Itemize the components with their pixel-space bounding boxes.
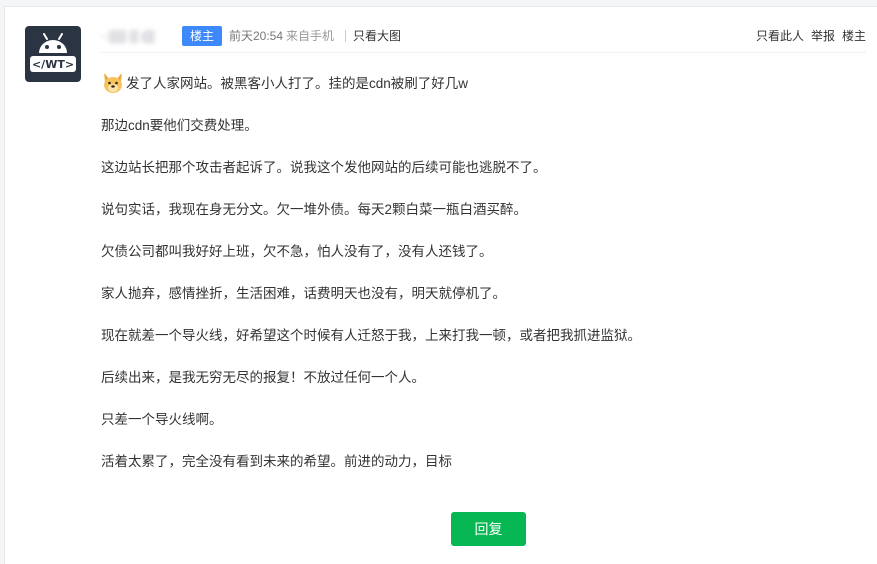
op-badge: 楼主: [182, 26, 223, 46]
paragraph-1-text: 发了人家网站。被黑客小人打了。挂的是cdn被刷了好几w: [126, 76, 469, 91]
only-image-link[interactable]: 只看大图: [353, 25, 401, 47]
paragraph-1: 发了人家网站。被黑客小人打了。挂的是cdn被刷了好几w: [101, 69, 861, 95]
android-robot-icon: </WT>: [30, 33, 76, 72]
paragraph-5: 欠债公司都叫我好好上班，欠不急，怕人没有了，没有人还钱了。: [101, 244, 493, 259]
post-actions: 只看此人 举报 楼主: [756, 25, 866, 47]
author-name[interactable]: ··▒▒·▒ (▒: [101, 25, 154, 47]
paragraph-6: 家人抛弃，感情挫折，生活困难，话费明天也没有，明天就停机了。: [101, 286, 506, 301]
header-separator: [345, 30, 346, 42]
paragraph-9: 只差一个导火线啊。: [101, 412, 223, 427]
avatar[interactable]: </WT>: [25, 26, 81, 82]
paragraph-2: 那边cdn要他们交费处理。: [101, 118, 258, 133]
post-card: </WT> ··▒▒·▒ (▒ 楼主 前天20:54 来自手机 只看大图 只看此人…: [4, 6, 877, 564]
paragraph-7: 现在就差一个导火线，好希望这个时候有人迁怒于我，上来打我一顿，或者把我抓进监狱。: [101, 328, 641, 343]
paragraph-10: 活着太累了，完全没有看到未来的希望。前进的动力，目标: [101, 454, 452, 469]
paragraph-3: 这边站长把那个攻击者起诉了。说我这个发他网站的后续可能也逃脱不了。: [101, 160, 547, 175]
only-this-user-link[interactable]: 只看此人: [756, 25, 804, 47]
post-time: 前天20:54 来自手机: [229, 25, 334, 47]
doge-emoji-icon: [104, 73, 122, 93]
header-divider: [101, 52, 866, 53]
reply-button[interactable]: 回复: [451, 512, 526, 546]
avatar-text: </WT>: [32, 58, 74, 71]
author-name-blurred: ··▒▒·▒ (▒: [101, 29, 155, 43]
floor-label[interactable]: 楼主: [842, 25, 866, 47]
post-header: ··▒▒·▒ (▒ 楼主 前天20:54 来自手机 只看大图 只看此人 举报 楼主: [101, 25, 866, 47]
paragraph-8: 后续出来，是我无穷无尽的报复！不放过任何一个人。: [101, 370, 425, 385]
post-time-text: 前天20:54: [229, 29, 284, 43]
paragraph-4: 说句实话，我现在身无分文。欠一堆外债。每天2颗白菜一瓶白酒买醉。: [101, 202, 528, 217]
post-source: 来自手机: [286, 29, 335, 43]
post-content: 发了人家网站。被黑客小人打了。挂的是cdn被刷了好几w 那边cdn要他们交费处理…: [101, 69, 861, 493]
report-link[interactable]: 举报: [811, 25, 835, 47]
